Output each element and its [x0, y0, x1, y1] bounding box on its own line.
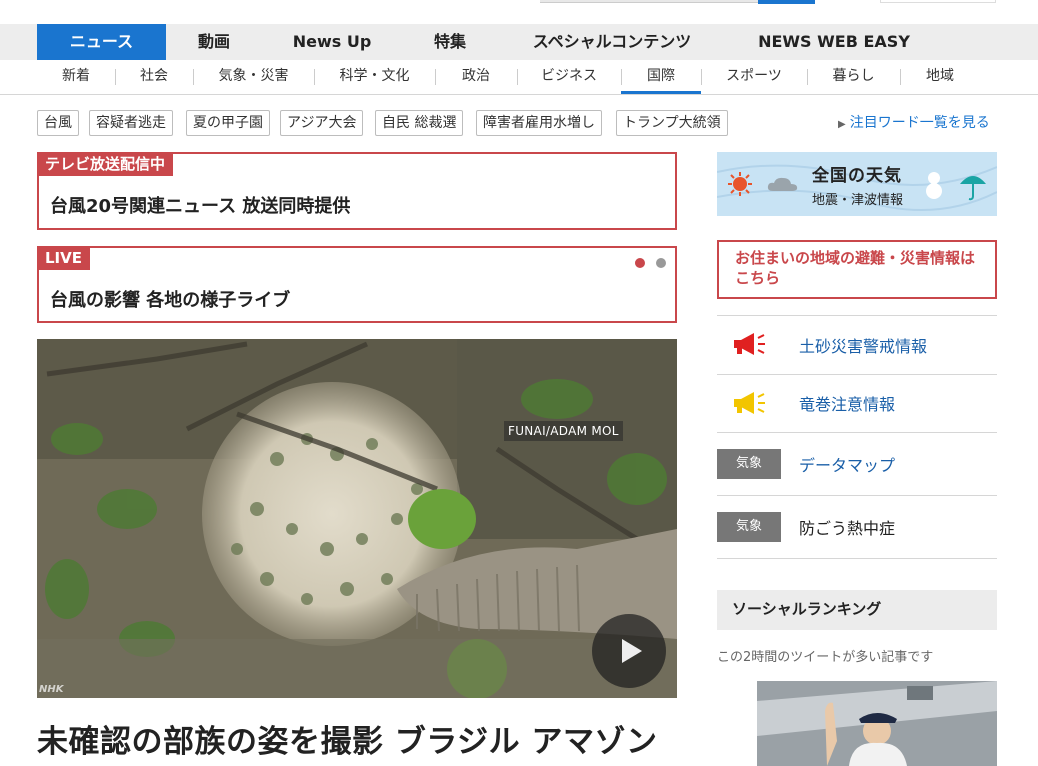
broadcast-badge: テレビ放送配信中	[37, 152, 174, 176]
search-button[interactable]	[758, 0, 815, 4]
category-society[interactable]: 社会	[115, 60, 193, 94]
weather-title: 全国の天気	[812, 166, 902, 186]
evacuation-label: お住まいの地域の避難・災害情報はこちら	[735, 249, 976, 287]
category-international[interactable]: 国際	[621, 60, 701, 94]
play-button[interactable]	[592, 614, 666, 688]
list-item-landslide[interactable]: 土砂災害警戒情報	[717, 316, 997, 375]
category-sports[interactable]: スポーツ	[701, 60, 807, 94]
category-life[interactable]: 暮らし	[807, 60, 900, 94]
tag-asian-games[interactable]: アジア大会	[280, 110, 364, 136]
weather-subtitle: 地震・津波情報	[812, 193, 904, 208]
search-area	[540, 0, 815, 4]
play-icon	[622, 639, 642, 663]
megaphone-icon	[734, 333, 765, 355]
nhk-watermark: NHK	[39, 684, 64, 695]
carousel-dot[interactable]	[656, 258, 666, 268]
category-science[interactable]: 科学・文化	[314, 60, 435, 94]
top-strip	[0, 0, 1038, 24]
disaster-info-list: 土砂災害警戒情報 竜巻注意情報 気象 データマップ 気象 防ごう熱中症	[717, 315, 997, 559]
category-politics[interactable]: 政治	[435, 60, 517, 94]
hero-video-thumbnail[interactable]	[37, 339, 677, 698]
megaphone-icon	[734, 392, 765, 414]
main-nav-news-web-easy[interactable]: NEWS WEB EASY	[726, 24, 942, 60]
tag-disability-employment[interactable]: 障害者雇用水増し	[476, 110, 602, 136]
main-nav-news-up[interactable]: News Up	[262, 24, 402, 60]
header-utility-box[interactable]	[880, 0, 996, 3]
tv-broadcast-box[interactable]: テレビ放送配信中 台風20号関連ニュース 放送同時提供	[37, 152, 677, 230]
tag-suspect-escape[interactable]: 容疑者逃走	[89, 110, 173, 136]
broadcast-title: 台風20号関連ニュース 放送同時提供	[50, 196, 351, 217]
category-weather[interactable]: 気象・災害	[193, 60, 314, 94]
triangle-right-icon: ▶	[838, 119, 846, 130]
list-item-heatstroke[interactable]: 気象 防ごう熱中症	[717, 496, 997, 559]
image-credit: FUNAI/ADAM MOL	[504, 421, 623, 441]
list-item-tornado[interactable]: 竜巻注意情報	[717, 375, 997, 433]
landslide-label: 土砂災害警戒情報	[799, 337, 928, 356]
tag-trump[interactable]: トランプ大統領	[616, 110, 728, 136]
social-article-thumbnail[interactable]	[757, 681, 997, 766]
tag-typhoon[interactable]: 台風	[37, 110, 79, 136]
tornado-label: 竜巻注意情報	[799, 395, 896, 414]
list-item-datamap[interactable]: 気象 データマップ	[717, 433, 997, 496]
sun-icon	[728, 172, 752, 196]
main-nav-special[interactable]: スペシャルコンテンツ	[498, 24, 726, 60]
category-new[interactable]: 新着	[37, 60, 115, 94]
weather-badge: 気象	[717, 512, 781, 542]
datamap-label: データマップ	[799, 456, 896, 475]
snowman-icon	[926, 172, 942, 199]
trending-words-link[interactable]: ▶ 注目ワード一覧を見る	[838, 112, 990, 132]
umbrella-icon	[960, 176, 986, 201]
aerial-forest-image	[37, 339, 677, 698]
main-nav-features[interactable]: 特集	[402, 24, 498, 60]
category-region[interactable]: 地域	[900, 60, 980, 94]
social-ranking-heading: ソーシャルランキング	[717, 590, 997, 630]
social-ranking-subtitle: この2時間のツイートが多い記事です	[717, 650, 934, 665]
weather-banner[interactable]: 全国の天気 地震・津波情報	[717, 152, 997, 216]
live-box[interactable]: LIVE 台風の影響 各地の様子ライブ	[37, 246, 677, 323]
category-nav: 新着 社会 気象・災害 科学・文化 政治 ビジネス 国際 スポーツ 暮らし 地域	[0, 60, 1038, 95]
carousel-dot-active[interactable]	[635, 258, 645, 268]
heatstroke-label: 防ごう熱中症	[799, 519, 896, 538]
main-nav-news[interactable]: ニュース	[37, 24, 166, 60]
search-input[interactable]	[540, 0, 758, 3]
main-nav-video[interactable]: 動画	[166, 24, 262, 60]
category-business[interactable]: ビジネス	[517, 60, 621, 94]
live-title: 台風の影響 各地の様子ライブ	[50, 290, 291, 311]
thumbnail-image	[757, 681, 997, 766]
top-story-headline[interactable]: 未確認の部族の姿を撮影 ブラジル アマゾン	[37, 716, 657, 761]
evacuation-info-link[interactable]: お住まいの地域の避難・災害情報はこちら	[717, 240, 997, 299]
tag-ldp-election[interactable]: 自民 総裁選	[375, 110, 464, 136]
cloud-icon	[767, 177, 798, 191]
tag-koshien[interactable]: 夏の甲子園	[186, 110, 270, 136]
weather-badge: 気象	[717, 449, 781, 479]
trending-words-label: 注目ワード一覧を見る	[849, 115, 990, 131]
main-nav: ニュース 動画 News Up 特集 スペシャルコンテンツ NEWS WEB E…	[0, 24, 1038, 60]
live-badge: LIVE	[37, 246, 90, 270]
